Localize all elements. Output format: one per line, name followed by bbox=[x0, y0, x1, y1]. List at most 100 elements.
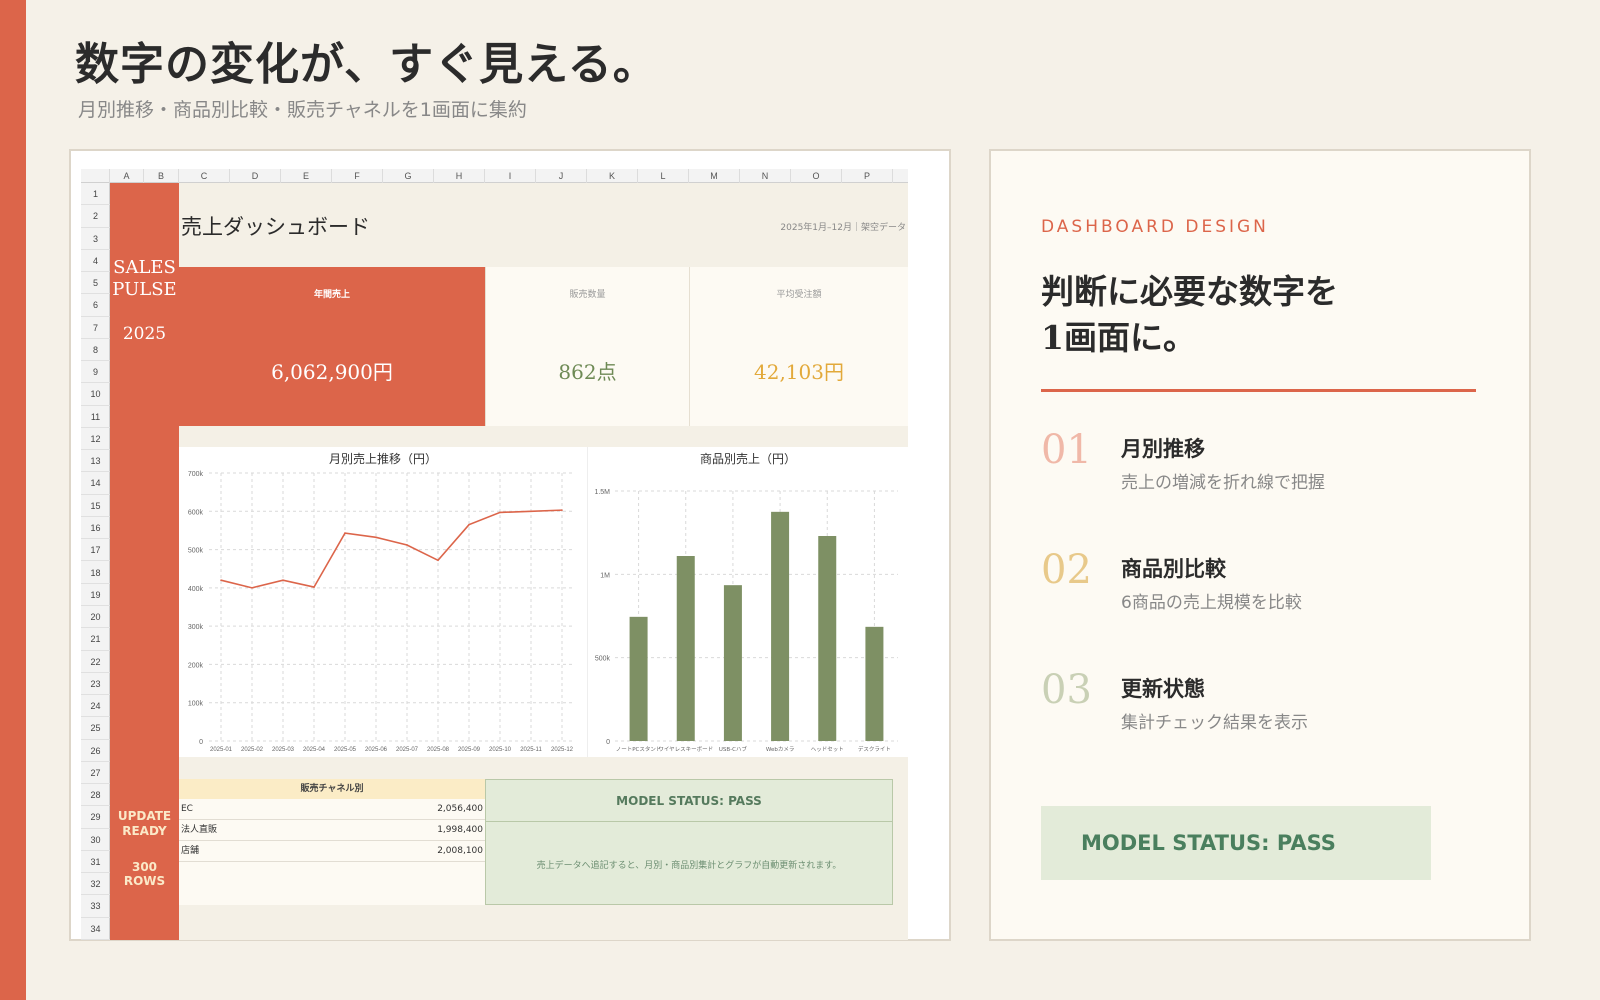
channel-table: 販売チャネル別 EC 2,056,400 法人直販 1,998,400 店舗 2… bbox=[179, 779, 485, 905]
line-chart-svg: 0 100k 200k 300k 400k 500k 600k 700k 2025-01 2025… bbox=[188, 471, 574, 753]
row-header[interactable]: 20 bbox=[81, 606, 110, 629]
row-header[interactable]: 29 bbox=[81, 806, 110, 829]
step-description: 6商品の売上規模を比較 bbox=[1121, 593, 1302, 613]
kpi-units-sold: 販売数量 862点 bbox=[485, 267, 690, 426]
row-header[interactable]: 10 bbox=[81, 383, 110, 406]
column-header[interactable]: F bbox=[332, 169, 383, 183]
kpi-average-order: 平均受注額 42,103円 bbox=[690, 267, 908, 426]
x-tick-label: 2025-09 bbox=[458, 747, 481, 753]
column-header[interactable]: C bbox=[179, 169, 230, 183]
row-header[interactable]: 8 bbox=[81, 339, 110, 362]
chart-title: 商品別売上（円） bbox=[699, 452, 796, 466]
panel-title-line-1: 判断に必要な数字を bbox=[1041, 272, 1338, 311]
x-tick-label: ワイヤレスキーボード bbox=[658, 745, 713, 753]
row-header[interactable]: 5 bbox=[81, 272, 110, 295]
bar bbox=[818, 536, 837, 741]
row-header[interactable]: 9 bbox=[81, 361, 110, 384]
row-header[interactable]: 12 bbox=[81, 428, 110, 451]
channel-value: 2,008,100 bbox=[437, 846, 483, 856]
row-header[interactable]: 28 bbox=[81, 784, 110, 807]
x-tick-label: 2025-02 bbox=[241, 747, 264, 753]
table-row: 法人直販 1,998,400 bbox=[179, 820, 485, 841]
bar bbox=[723, 585, 742, 741]
row-header[interactable]: 30 bbox=[81, 829, 110, 851]
row-header[interactable]: 6 bbox=[81, 294, 110, 317]
row-header[interactable]: 14 bbox=[81, 472, 110, 495]
x-tick-label: 2025-05 bbox=[334, 747, 357, 753]
data-point bbox=[251, 587, 253, 589]
row-header[interactable]: 15 bbox=[81, 495, 110, 517]
row-header[interactable]: 3 bbox=[81, 228, 110, 250]
column-header[interactable]: E bbox=[281, 169, 332, 183]
row-header[interactable]: 13 bbox=[81, 450, 110, 473]
row-header[interactable]: 7 bbox=[81, 317, 110, 339]
x-tick-label: 2025-08 bbox=[427, 747, 450, 753]
row-header[interactable]: 17 bbox=[81, 539, 110, 562]
column-header[interactable]: L bbox=[638, 169, 689, 183]
brand-name: SALES PULSE bbox=[110, 257, 179, 301]
column-header[interactable]: M bbox=[689, 169, 740, 183]
row-header[interactable]: 26 bbox=[81, 740, 110, 762]
row-header[interactable]: 32 bbox=[81, 873, 110, 896]
column-header[interactable]: K bbox=[587, 169, 638, 183]
x-tick-label: 2025-03 bbox=[272, 747, 295, 753]
spreadsheet-preview: ABCDEFGHIJKLMNOP 1 2 3 4 5 6 7 8 9 10 11 12 13 14 15 16… bbox=[69, 149, 951, 941]
row-header[interactable]: 11 bbox=[81, 406, 110, 428]
row-header[interactable]: 24 bbox=[81, 695, 110, 718]
spreadsheet: ABCDEFGHIJKLMNOP 1 2 3 4 5 6 7 8 9 10 11 12 13 14 15 16… bbox=[81, 169, 908, 940]
x-tick-label: 2025-04 bbox=[303, 747, 326, 753]
row-header[interactable]: 2 bbox=[81, 205, 110, 228]
model-status-box: MODEL STATUS: PASS 売上データへ追記すると、月別・商品別集計と… bbox=[485, 779, 893, 905]
x-tick-label: 2025-12 bbox=[551, 747, 574, 753]
column-header[interactable]: A bbox=[110, 169, 144, 183]
row-header[interactable]: 25 bbox=[81, 717, 110, 740]
column-header[interactable]: I bbox=[485, 169, 536, 183]
y-tick-label: 500k bbox=[595, 656, 611, 663]
y-tick-label: 600k bbox=[188, 509, 204, 516]
product-sales-chart: 0 500k 1M 1.5M ノートPCスタンド ワイヤレスキーボード USB-Cハブ Web… bbox=[587, 447, 908, 757]
y-tick-label: 700k bbox=[188, 471, 204, 478]
x-tick-label: Webカメラ bbox=[766, 746, 795, 753]
row-header[interactable]: 23 bbox=[81, 673, 110, 696]
row-header[interactable]: 18 bbox=[81, 562, 110, 584]
update-line-2: READY bbox=[122, 824, 167, 838]
column-header[interactable]: G bbox=[383, 169, 434, 183]
sheet-title-row: 売上ダッシュボード 2025年1月–12月｜架空データ bbox=[179, 183, 908, 267]
row-header[interactable]: 34 bbox=[81, 918, 110, 940]
data-point bbox=[561, 509, 563, 511]
row-header[interactable]: 1 bbox=[81, 183, 110, 206]
column-header[interactable]: D bbox=[230, 169, 281, 183]
row-header[interactable]: 22 bbox=[81, 651, 110, 673]
column-header[interactable]: N bbox=[740, 169, 791, 183]
row-header[interactable]: 27 bbox=[81, 762, 110, 785]
row-header[interactable]: 4 bbox=[81, 250, 110, 273]
row-header[interactable]: 31 bbox=[81, 851, 110, 874]
column-header[interactable]: B bbox=[144, 169, 179, 183]
column-header[interactable]: J bbox=[536, 169, 587, 183]
table-row: EC 2,056,400 bbox=[179, 799, 485, 820]
model-status-note: 売上データへ追記すると、月別・商品別集計とグラフが自動更新されます。 bbox=[536, 861, 842, 871]
y-tick-label: 100k bbox=[188, 701, 204, 708]
kpi-value: 862点 bbox=[558, 360, 617, 384]
x-tick-label: デスクライト bbox=[858, 745, 891, 753]
info-panel: DASHBOARD DESIGN 判断に必要な数字を 1画面に。 01 月別推移… bbox=[989, 149, 1531, 941]
row-header[interactable]: 21 bbox=[81, 628, 110, 651]
page-subline: 月別推移・商品別比較・販売チャネルを1画面に集約 bbox=[78, 99, 527, 121]
column-header[interactable]: H bbox=[434, 169, 485, 183]
row-header[interactable]: 16 bbox=[81, 517, 110, 540]
update-status: UPDATE READY bbox=[110, 809, 179, 839]
column-headers: ABCDEFGHIJKLMNOP bbox=[81, 169, 908, 183]
row-header[interactable]: 19 bbox=[81, 584, 110, 606]
column-header[interactable]: O bbox=[791, 169, 842, 183]
kpi-annual-sales: 年間売上 6,062,900円 bbox=[179, 267, 485, 426]
brand-line-1: SALES bbox=[113, 257, 176, 278]
monthly-sales-chart: 0 100k 200k 300k 400k 500k 600k 700k 2025-01 2025… bbox=[179, 447, 587, 757]
kpi-label: 平均受注額 bbox=[776, 290, 822, 300]
model-status-label: MODEL STATUS: PASS bbox=[486, 780, 892, 822]
update-line-1: UPDATE bbox=[117, 809, 172, 823]
bar bbox=[865, 626, 884, 741]
row-header[interactable]: 33 bbox=[81, 895, 110, 918]
column-header[interactable]: P bbox=[842, 169, 893, 183]
channel-name: EC bbox=[181, 804, 193, 814]
y-tick-label: 0 bbox=[606, 739, 610, 746]
